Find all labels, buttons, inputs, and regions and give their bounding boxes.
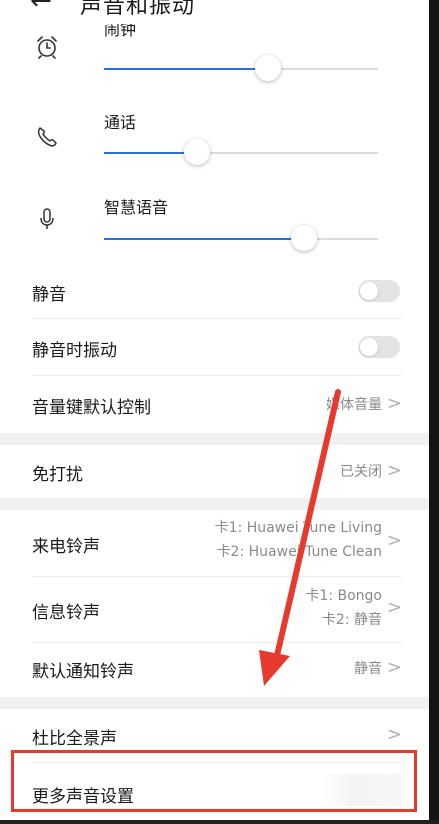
slider-fill [104, 238, 305, 240]
slider-thumb[interactable] [291, 225, 318, 251]
ringtone-value-sim2: 卡2: Huawei Tune Clean [216, 544, 382, 560]
chevron-right-icon: > [386, 724, 402, 745]
back-arrow-icon[interactable]: ← [30, 0, 52, 16]
divider [32, 318, 402, 319]
volume-key-value: 媒体音量 [326, 397, 382, 413]
slider-thumb[interactable] [184, 139, 211, 165]
slider-label-call: 通话 [104, 113, 137, 132]
microphone-icon [40, 208, 54, 229]
notification-tone-label: 默认通知铃声 [32, 662, 134, 682]
alarm-volume-slider[interactable] [104, 55, 378, 81]
alarm-clock-icon [37, 36, 57, 59]
dnd-label: 免打扰 [32, 465, 83, 485]
message-tone-row[interactable]: 信息铃声 卡1: Bongo 卡2: 静音 > [32, 582, 404, 640]
notification-tone-value: 静音 [354, 661, 382, 677]
slider-fill [104, 68, 269, 70]
do-not-disturb-row[interactable]: 免打扰 已关闭 > [32, 449, 404, 493]
screen-frame-edge [429, 0, 439, 824]
mute-row[interactable]: 静音 [32, 270, 404, 314]
annotation-highlight-box [11, 750, 417, 812]
chevron-right-icon: > [386, 597, 402, 618]
mute-toggle[interactable] [358, 280, 400, 302]
section-gap [0, 697, 429, 709]
phone-icon [37, 127, 57, 147]
volume-key-row[interactable]: 音量键默认控制 媒体音量 > [32, 383, 404, 427]
app-header: ← 声音和振动 [0, 0, 429, 24]
chevron-right-icon: > [386, 657, 402, 678]
divider [32, 576, 402, 577]
smart-voice-volume-slider[interactable] [104, 225, 378, 251]
toggle-knob [360, 282, 378, 300]
vibrate-on-mute-label: 静音时振动 [32, 341, 117, 361]
message-tone-label: 信息铃声 [32, 603, 100, 623]
section-gap [0, 498, 429, 510]
slider-row-smart-voice: 智慧语音 [0, 186, 429, 256]
slider-thumb[interactable] [255, 55, 282, 81]
ringtone-row[interactable]: 来电铃声 卡1: Huawei Tune Living 卡2: Huawei T… [32, 514, 404, 574]
divider [32, 642, 402, 643]
call-volume-slider[interactable] [104, 139, 378, 165]
page-title: 声音和振动 [80, 0, 196, 19]
dolby-atmos-label: 杜比全景声 [32, 729, 117, 749]
divider [32, 375, 402, 376]
chevron-right-icon: > [386, 460, 402, 481]
vibrate-on-mute-row[interactable]: 静音时振动 [32, 326, 404, 370]
ringtone-value-sim1: 卡1: Huawei Tune Living [214, 520, 382, 536]
ringtone-label: 来电铃声 [32, 537, 100, 557]
mute-label: 静音 [32, 285, 66, 305]
screen-frame-edge [0, 820, 439, 824]
slider-label-smart-voice: 智慧语音 [104, 198, 169, 217]
toggle-knob [360, 338, 378, 356]
slider-row-call: 通话 [0, 100, 429, 170]
message-tone-value-sim2: 卡2: 静音 [321, 612, 382, 628]
chevron-right-icon: > [386, 530, 402, 551]
chevron-right-icon: > [386, 393, 402, 414]
notification-tone-row[interactable]: 默认通知铃声 静音 > [32, 646, 404, 690]
dnd-value: 已关闭 [340, 464, 382, 480]
slider-row-alarm: 闹钟 [0, 24, 429, 86]
volume-key-label: 音量键默认控制 [32, 398, 151, 418]
vibrate-on-mute-toggle[interactable] [358, 336, 400, 358]
message-tone-value-sim1: 卡1: Bongo [305, 588, 382, 604]
section-gap [0, 433, 429, 445]
